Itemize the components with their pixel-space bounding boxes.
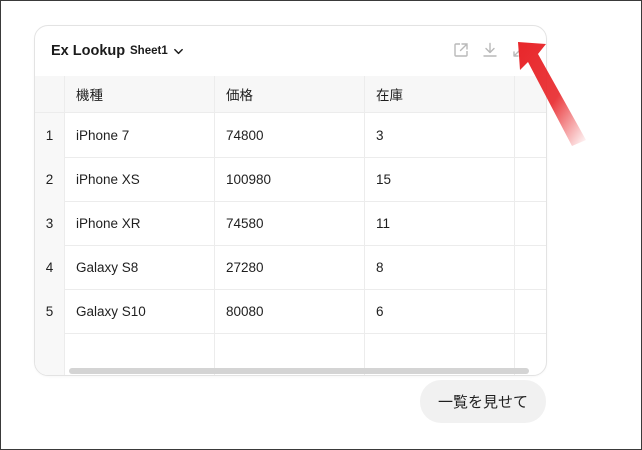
spreadsheet-card: Ex Lookup Sheet1 機種 価格 在庫 1 iPhone 7 748… [34,25,547,376]
card-header: Ex Lookup Sheet1 [35,26,546,77]
cell-empty [515,201,546,245]
table-row: 2 iPhone XS 100980 15 [35,157,546,202]
cell-price[interactable]: 100980 [215,157,365,201]
suggestion-chip[interactable]: 一覧を見せて [420,380,546,423]
table-row: 3 iPhone XR 74580 11 [35,201,546,246]
table-header-row: 機種 価格 在庫 [35,76,546,113]
cell-empty [515,157,546,201]
column-header-price[interactable]: 価格 [215,76,365,112]
row-index: 2 [35,157,65,201]
cell-stock[interactable]: 6 [365,289,515,333]
download-icon[interactable] [481,41,499,59]
row-index-empty [35,333,65,375]
cell-model[interactable]: iPhone 7 [65,113,215,157]
cell-empty [515,245,546,289]
row-index: 1 [35,113,65,157]
cell-empty [515,289,546,333]
data-table: 機種 価格 在庫 1 iPhone 7 74800 3 2 iPhone XS … [35,76,546,375]
corner-cell [35,76,65,112]
cell-stock[interactable]: 15 [365,157,515,201]
sheet-name: Sheet1 [130,45,168,57]
sheet-selector[interactable]: Sheet1 [130,45,184,57]
sheet-title: Ex Lookup [51,43,126,59]
cell-model[interactable]: Galaxy S8 [65,245,215,289]
annotation-arrow-icon [518,42,586,146]
cell-model[interactable]: iPhone XR [65,201,215,245]
cell-stock[interactable]: 3 [365,113,515,157]
cell-stock[interactable]: 8 [365,245,515,289]
external-link-icon[interactable] [452,41,470,59]
column-header-stock[interactable]: 在庫 [365,76,515,112]
column-header-model[interactable]: 機種 [65,76,215,112]
row-index: 3 [35,201,65,245]
cell-price[interactable]: 74580 [215,201,365,245]
cell-model[interactable]: iPhone XS [65,157,215,201]
cell-model[interactable]: Galaxy S10 [65,289,215,333]
table-row: 5 Galaxy S10 80080 6 [35,289,546,334]
table-row: 4 Galaxy S8 27280 8 [35,245,546,290]
cell-price[interactable]: 27280 [215,245,365,289]
table-row: 1 iPhone 7 74800 3 [35,113,546,158]
chevron-down-icon [173,48,183,54]
cell-stock[interactable]: 11 [365,201,515,245]
cell-price[interactable]: 74800 [215,113,365,157]
row-index: 5 [35,289,65,333]
cell-price[interactable]: 80080 [215,289,365,333]
row-index: 4 [35,245,65,289]
horizontal-scrollbar[interactable] [69,368,529,374]
